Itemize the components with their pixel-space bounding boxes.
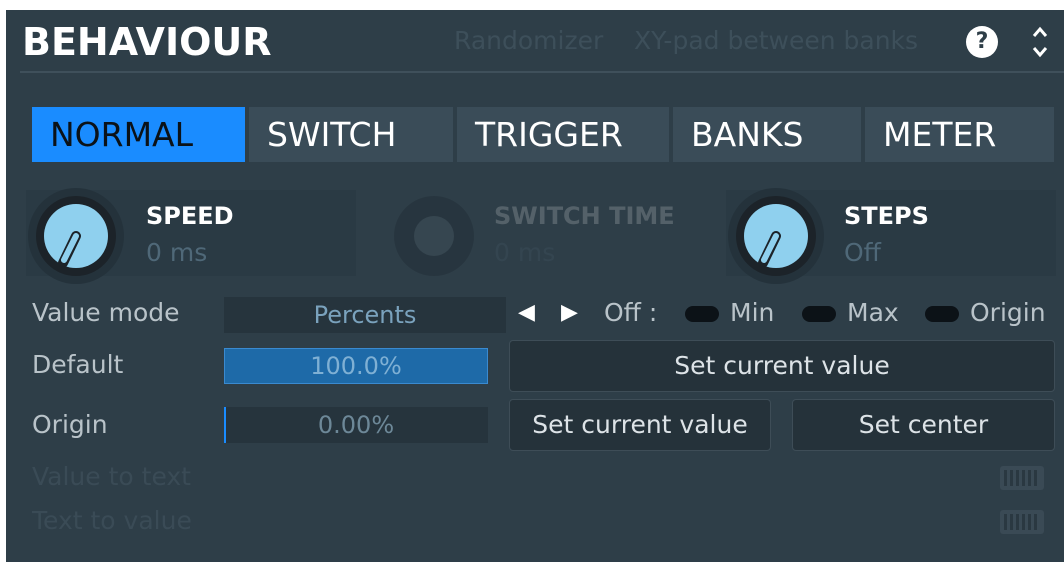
xy-pad-link[interactable]: XY-pad between banks bbox=[634, 26, 918, 55]
speed-value[interactable]: 0 ms bbox=[146, 238, 207, 267]
tab-normal[interactable]: NORMAL bbox=[32, 107, 245, 162]
origin-toggle[interactable] bbox=[925, 306, 959, 322]
randomizer-link[interactable]: Randomizer bbox=[454, 26, 603, 55]
steps-knob-group: STEPS Off bbox=[726, 188, 1056, 284]
keyboard-icon[interactable] bbox=[1000, 466, 1044, 490]
switch-time-label: SWITCH TIME bbox=[494, 202, 675, 230]
origin-option-label: Origin bbox=[970, 298, 1046, 327]
value-mode-prev-icon[interactable]: ◀ bbox=[518, 300, 535, 325]
max-label: Max bbox=[847, 298, 899, 327]
header-divider bbox=[20, 71, 1064, 73]
default-set-current-button[interactable]: Set current value bbox=[509, 340, 1055, 392]
value-mode-next-icon[interactable]: ▶ bbox=[561, 300, 578, 325]
switch-time-knob-group: SWITCH TIME 0 ms bbox=[384, 190, 714, 276]
steps-knob[interactable] bbox=[736, 196, 816, 276]
min-label: Min bbox=[730, 298, 775, 327]
behaviour-panel: BEHAVIOUR Randomizer XY-pad between bank… bbox=[6, 10, 1064, 562]
speed-label: SPEED bbox=[146, 202, 234, 230]
max-toggle[interactable] bbox=[802, 306, 836, 322]
help-icon[interactable]: ? bbox=[966, 26, 998, 58]
off-label: Off : bbox=[604, 298, 658, 327]
value-to-text-label: Value to text bbox=[32, 462, 191, 491]
tab-trigger[interactable]: TRIGGER bbox=[457, 107, 669, 162]
steps-label: STEPS bbox=[844, 202, 929, 230]
default-value: 100.0% bbox=[310, 352, 402, 380]
tab-banks[interactable]: BANKS bbox=[673, 107, 861, 162]
speed-knob-group: SPEED 0 ms bbox=[26, 188, 356, 284]
min-toggle[interactable] bbox=[685, 306, 719, 322]
switch-time-value: 0 ms bbox=[494, 238, 556, 267]
keyboard-icon[interactable] bbox=[1000, 510, 1044, 534]
switch-time-knob bbox=[394, 196, 474, 276]
default-label: Default bbox=[32, 350, 124, 379]
default-slider[interactable]: 100.0% bbox=[224, 348, 488, 384]
set-center-button[interactable]: Set center bbox=[792, 399, 1055, 451]
origin-value: 0.00% bbox=[317, 411, 395, 439]
panel-title: BEHAVIOUR bbox=[22, 20, 272, 64]
origin-slider[interactable]: 0.00% bbox=[224, 407, 488, 443]
text-to-value-label: Text to value bbox=[32, 506, 192, 535]
value-mode-select[interactable]: Percents bbox=[224, 297, 506, 333]
steps-value[interactable]: Off bbox=[844, 238, 881, 267]
speed-knob[interactable] bbox=[36, 196, 116, 276]
value-mode-label: Value mode bbox=[32, 298, 180, 327]
origin-label: Origin bbox=[32, 410, 108, 439]
tab-meter[interactable]: METER bbox=[865, 107, 1054, 162]
tab-switch[interactable]: SWITCH bbox=[249, 107, 453, 162]
up-down-chevron-icon[interactable] bbox=[1030, 22, 1050, 62]
origin-set-current-button[interactable]: Set current value bbox=[509, 399, 771, 451]
